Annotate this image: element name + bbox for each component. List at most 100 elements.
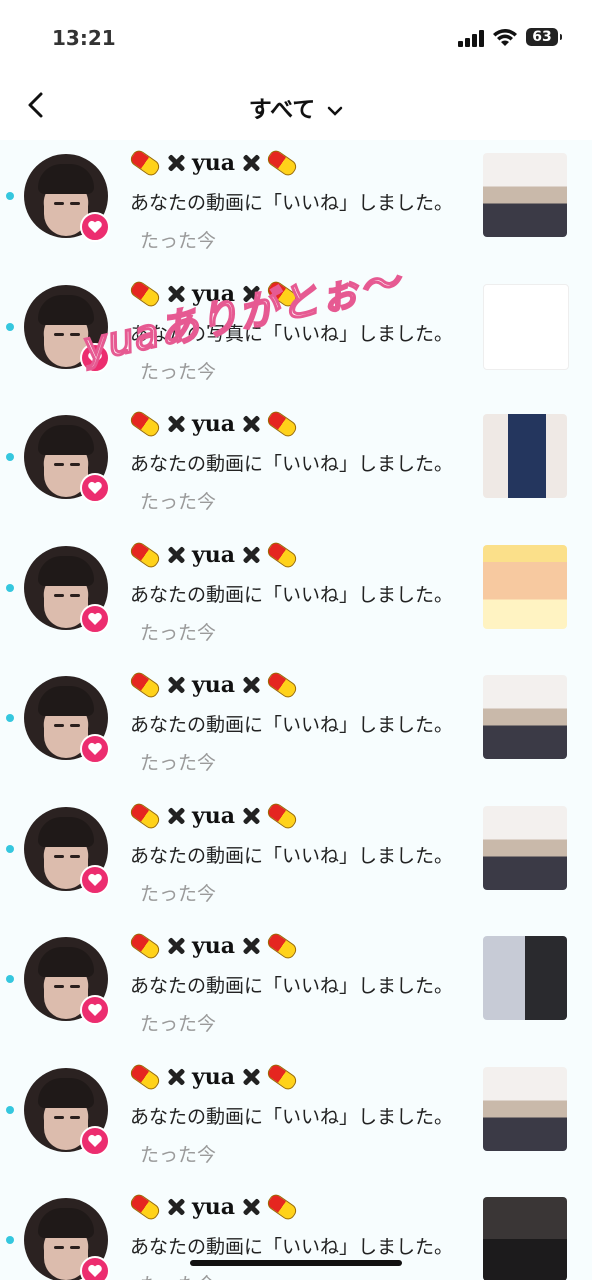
post-thumbnail[interactable] <box>483 153 567 237</box>
notification-message: あなたの動画に「いいね」しました。たった今 <box>130 1098 460 1174</box>
username-text: yua <box>192 672 236 698</box>
username[interactable]: yua <box>128 1061 299 1092</box>
pill-icon <box>128 408 162 440</box>
notification-item[interactable]: yua あなたの動画に「いいね」しました。たった今 <box>0 662 592 792</box>
heart-icon <box>80 1256 110 1280</box>
username[interactable]: yua <box>128 930 299 962</box>
username[interactable]: yua <box>128 669 299 701</box>
x-mark-icon <box>166 1067 186 1087</box>
unread-dot <box>6 1236 14 1244</box>
post-thumbnail[interactable] <box>483 283 569 370</box>
pill-icon <box>265 408 299 440</box>
cellular-signal-icon <box>458 30 486 47</box>
pill-icon <box>128 800 162 831</box>
notification-message: あなたの動画に「いいね」しました。たった今 <box>130 576 460 652</box>
username-text: yua <box>192 150 236 176</box>
message-text: あなたの動画に「いいね」しました。 <box>130 453 454 475</box>
wifi-icon <box>493 29 517 46</box>
unread-dot <box>6 844 14 853</box>
heart-icon <box>80 473 110 503</box>
x-mark-icon <box>166 414 186 434</box>
filter-dropdown[interactable]: すべて <box>0 90 592 124</box>
heart-icon <box>80 603 110 634</box>
notification-item[interactable]: yua あなたの動画に「いいね」しました。たった今 <box>0 923 592 1053</box>
pill-icon <box>265 278 299 309</box>
notification-item[interactable]: yua あなたの動画に「いいね」しました。たった今 <box>0 1054 592 1184</box>
pill-icon <box>265 1061 299 1092</box>
message-text: あなたの写真に「いいね」しました。 <box>130 322 454 345</box>
x-mark-icon <box>166 545 186 565</box>
timestamp: たった今 <box>140 1274 216 1280</box>
timestamp: たった今 <box>140 230 217 252</box>
timestamp: たった今 <box>140 360 217 383</box>
notification-message: あなたの動画に「いいね」しました。たった今 <box>130 1228 460 1280</box>
unread-dot <box>6 975 14 983</box>
timestamp: たった今 <box>140 882 217 905</box>
message-text: あなたの動画に「いいね」しました。 <box>130 192 454 214</box>
notification-item[interactable]: yua あなたの動画に「いいね」しました。たった今 <box>0 532 592 662</box>
heart-icon <box>80 864 110 895</box>
timestamp: たった今 <box>140 621 217 644</box>
message-text: あなたの動画に「いいね」しました。 <box>130 844 454 867</box>
unread-dot <box>6 453 14 461</box>
username[interactable]: yua <box>128 800 299 831</box>
username-text: yua <box>192 1194 236 1220</box>
heart-icon <box>80 734 110 764</box>
heart-icon <box>80 1125 110 1156</box>
timestamp: たった今 <box>140 752 217 774</box>
x-mark-icon <box>166 153 186 173</box>
username[interactable]: yua <box>128 408 299 440</box>
post-thumbnail[interactable] <box>483 675 567 759</box>
post-thumbnail[interactable] <box>483 1197 567 1280</box>
header: すべて <box>0 78 592 140</box>
page-title: すべて <box>248 97 316 123</box>
notification-message: あなたの写真に「いいね」しました。たった今 <box>130 315 460 391</box>
x-mark-icon <box>166 675 186 695</box>
notification-item[interactable]: yua あなたの動画に「いいね」しました。たった今 <box>0 140 592 270</box>
post-thumbnail[interactable] <box>483 1066 567 1151</box>
x-mark-icon <box>241 1067 261 1087</box>
pill-icon <box>265 147 299 179</box>
heart-icon <box>80 995 110 1025</box>
x-mark-icon <box>166 284 186 304</box>
timestamp: たった今 <box>140 1143 217 1166</box>
pill-icon <box>128 1061 162 1092</box>
post-thumbnail[interactable] <box>483 805 567 890</box>
x-mark-icon <box>241 284 261 304</box>
notification-item[interactable]: yua あなたの動画に「いいね」しました。たった今 <box>0 401 592 531</box>
pill-icon <box>128 147 162 179</box>
message-text: あなたの動画に「いいね」しました。 <box>130 975 454 997</box>
pill-icon <box>265 1191 299 1223</box>
pill-icon <box>265 800 299 831</box>
notification-message: あなたの動画に「いいね」しました。たった今 <box>130 967 460 1043</box>
x-mark-icon <box>241 545 261 565</box>
x-mark-icon <box>241 1197 261 1217</box>
chevron-down-icon <box>328 106 343 116</box>
username[interactable]: yua <box>128 147 299 179</box>
pill-icon <box>128 669 162 701</box>
x-mark-icon <box>241 414 261 434</box>
username[interactable]: yua <box>128 1191 299 1223</box>
unread-dot <box>6 1105 14 1114</box>
x-mark-icon <box>166 936 186 956</box>
post-thumbnail[interactable] <box>483 414 567 498</box>
message-text: あなたの動画に「いいね」しました。 <box>130 1236 454 1258</box>
unread-dot <box>6 192 14 200</box>
status-bar: 13:21 63 <box>0 0 592 78</box>
home-indicator[interactable] <box>190 1260 402 1266</box>
notification-message: あなたの動画に「いいね」しました。たった今 <box>130 445 460 521</box>
username[interactable]: yua <box>128 539 299 570</box>
pill-icon <box>128 278 162 309</box>
notification-message: あなたの動画に「いいね」しました。たった今 <box>130 837 460 913</box>
status-time: 13:21 <box>52 26 116 50</box>
notification-item[interactable]: yua あなたの動画に「いいね」しました。たった今 <box>0 793 592 923</box>
unread-dot <box>6 714 14 722</box>
username-text: yua <box>192 933 236 959</box>
post-thumbnail[interactable] <box>483 936 567 1020</box>
x-mark-icon <box>241 806 261 826</box>
pill-icon <box>128 930 162 962</box>
username[interactable]: yua <box>128 278 299 309</box>
notification-item[interactable]: yua あなたの写真に「いいね」しました。たった今 <box>0 271 592 401</box>
post-thumbnail[interactable] <box>483 544 567 629</box>
username-text: yua <box>192 541 236 568</box>
